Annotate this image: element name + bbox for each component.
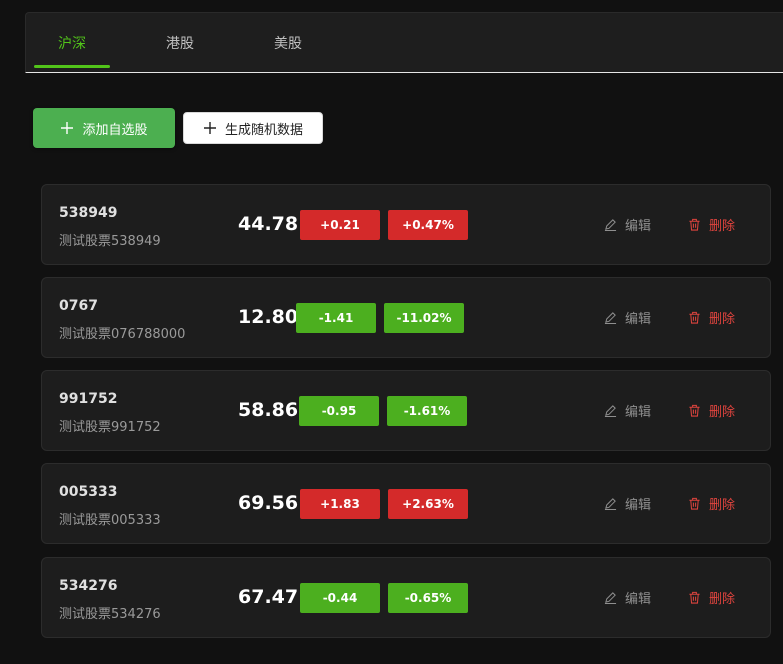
generate-random-data-button[interactable]: 生成随机数据 [183,112,323,144]
trash-icon [689,591,700,604]
price-change-badge: -0.95 [299,396,379,426]
edit-label: 编辑 [625,592,652,607]
tab-hong-kong[interactable]: 港股 [166,13,194,73]
trash-icon [689,311,700,324]
delete-button[interactable]: 删除 [688,494,735,513]
stock-code: 991752 [59,391,118,407]
edit-label: 编辑 [625,312,652,327]
delete-button[interactable]: 删除 [688,401,735,420]
delete-label: 删除 [709,312,736,327]
plus-icon [203,122,216,134]
edit-label: 编辑 [625,405,652,420]
stock-row: 991752 测试股票991752 58.86 -0.95 -1.61% 编辑 … [41,370,771,451]
stock-name: 测试股票538949 [59,234,161,249]
plus-icon [61,122,74,134]
stock-row: 534276 测试股票534276 67.47 -0.44 -0.65% 编辑 … [41,557,771,638]
stock-code: 534276 [59,578,118,594]
percent-change-badge: -0.65% [388,583,468,613]
stock-watchlist-page: 沪深 港股 美股 添加自选股 生成随机数据 538949 测试股票538949 … [0,0,783,664]
stock-code: 005333 [59,484,118,500]
pencil-icon [604,219,617,231]
percent-change-badge: -11.02% [384,303,464,333]
price-change-badge: -1.41 [296,303,376,333]
delete-button[interactable]: 删除 [688,215,735,234]
trash-icon [689,218,700,231]
tab-us[interactable]: 美股 [274,13,302,73]
stock-name: 测试股票991752 [59,420,161,435]
stock-price: 69.56 [238,492,299,514]
pencil-icon [604,312,617,324]
percent-change-badge: -1.61% [387,396,467,426]
add-watchlist-label: 添加自选股 [82,122,148,138]
stock-price: 67.47 [238,586,299,608]
delete-label: 删除 [709,498,736,513]
trash-icon [689,404,700,417]
stock-name: 测试股票076788000 [59,327,186,342]
stock-code: 0767 [59,298,98,314]
stock-code: 538949 [59,205,118,221]
delete-label: 删除 [709,219,736,234]
edit-button[interactable]: 编辑 [604,215,651,234]
stock-row: 538949 测试股票538949 44.78 +0.21 +0.47% 编辑 … [41,184,771,265]
pencil-icon [604,498,617,510]
edit-button[interactable]: 编辑 [604,308,651,327]
stock-row: 0767 测试股票076788000 12.80 -1.41 -11.02% 编… [41,277,771,358]
stock-price: 12.80 [238,306,299,328]
trash-icon [689,497,700,510]
pencil-icon [604,592,617,604]
edit-button[interactable]: 编辑 [604,588,651,607]
tab-shanghai-shenzhen[interactable]: 沪深 [58,13,86,73]
active-tab-indicator [34,65,110,68]
generate-random-data-label: 生成随机数据 [224,122,303,138]
price-change-badge: +1.83 [300,489,380,519]
edit-button[interactable]: 编辑 [604,494,651,513]
delete-label: 删除 [709,592,736,607]
delete-button[interactable]: 删除 [688,588,735,607]
pencil-icon [604,405,617,417]
stock-name: 测试股票005333 [59,513,161,528]
edit-label: 编辑 [625,219,652,234]
market-tabs: 沪深 港股 美股 [25,12,783,73]
percent-change-badge: +2.63% [388,489,468,519]
add-watchlist-button[interactable]: 添加自选股 [33,108,175,148]
price-change-badge: +0.21 [300,210,380,240]
edit-label: 编辑 [625,498,652,513]
stock-price: 58.86 [238,399,299,421]
edit-button[interactable]: 编辑 [604,401,651,420]
delete-button[interactable]: 删除 [688,308,735,327]
percent-change-badge: +0.47% [388,210,468,240]
delete-label: 删除 [709,405,736,420]
stock-row: 005333 测试股票005333 69.56 +1.83 +2.63% 编辑 … [41,463,771,544]
price-change-badge: -0.44 [300,583,380,613]
stock-price: 44.78 [238,213,299,235]
stock-name: 测试股票534276 [59,607,161,622]
